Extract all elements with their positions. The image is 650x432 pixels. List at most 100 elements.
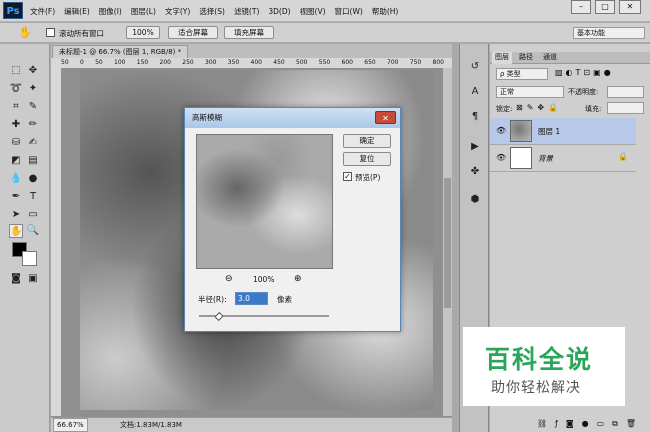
magic-wand-tool-icon[interactable]: ✦: [26, 82, 40, 96]
layer-name[interactable]: 背景: [538, 153, 553, 164]
blur-tool-icon[interactable]: 💧: [9, 172, 23, 186]
opacity-field[interactable]: [607, 86, 644, 98]
lock-label: 锁定:: [496, 105, 513, 113]
paragraph-icon[interactable]: ¶: [466, 109, 484, 125]
move-tool-icon[interactable]: ✥: [26, 64, 40, 78]
shape-tool-icon[interactable]: ▭: [26, 208, 40, 222]
blur-preview[interactable]: [196, 134, 333, 269]
scroll-all-checkbox[interactable]: [46, 28, 55, 37]
history-icon[interactable]: ↺: [466, 59, 484, 75]
preview-zoom-level: 100%: [253, 275, 275, 284]
menu-window[interactable]: 窗口(W): [335, 6, 363, 17]
ruler-label: 500: [296, 59, 308, 66]
fit-screen-button[interactable]: 适合屏幕: [168, 26, 218, 39]
hand-tool-icon: ✋: [18, 26, 32, 39]
stamp-tool-icon[interactable]: ⛁: [9, 136, 23, 150]
tool-presets-icon[interactable]: ✤: [466, 164, 484, 180]
screen-mode-icon[interactable]: ▣: [26, 272, 40, 286]
document-tab[interactable]: 未标题-1 @ 66.7% (图层 1, RGB/8) *: [52, 45, 189, 58]
menu-file[interactable]: 文件(F): [30, 6, 55, 17]
eye-icon[interactable]: 👁: [496, 153, 506, 162]
menu-edit[interactable]: 编辑(E): [64, 6, 90, 17]
preview-label: 预览(P): [355, 173, 381, 182]
workspace-select[interactable]: 基本功能: [573, 27, 645, 39]
ruler-label: 550: [318, 59, 331, 66]
reset-button[interactable]: 复位: [343, 152, 391, 166]
ruler-label: 250: [182, 59, 194, 66]
menu-type[interactable]: 文字(Y): [165, 6, 190, 17]
hand-tool-icon[interactable]: ✋: [9, 224, 23, 238]
doc-size-status: 文档:1.83M/1.83M: [120, 421, 182, 429]
history-brush-tool-icon[interactable]: ✍: [26, 136, 40, 150]
marquee-tool-icon[interactable]: ⬚: [9, 64, 23, 78]
zoom-status[interactable]: 66.67%: [53, 418, 88, 432]
layer-row-background[interactable]: 👁 背景 🔒: [490, 145, 636, 172]
eraser-tool-icon[interactable]: ◩: [9, 154, 23, 168]
layer-thumbnail: [510, 120, 532, 142]
type-tool-icon[interactable]: T: [26, 190, 40, 204]
crop-tool-icon[interactable]: ⌗: [9, 100, 23, 114]
menu-filter[interactable]: 滤镜(T): [234, 6, 259, 17]
preview-checkbox[interactable]: ✓: [343, 172, 352, 181]
healing-tool-icon[interactable]: ✚: [9, 118, 23, 132]
menu-layer[interactable]: 图层(L): [131, 6, 156, 17]
layer-kind-filter[interactable]: ρ 类型: [496, 68, 548, 80]
radius-input[interactable]: [235, 292, 268, 305]
lasso-tool-icon[interactable]: ➰: [9, 82, 23, 96]
dialog-close-button[interactable]: ✕: [375, 111, 396, 124]
tab-layers[interactable]: 图层: [492, 52, 512, 64]
eye-icon[interactable]: 👁: [496, 126, 506, 135]
layer-thumbnail: [510, 147, 532, 169]
ruler-label: 350: [227, 59, 240, 66]
ruler-label: 700: [387, 59, 399, 66]
dodge-tool-icon[interactable]: ●: [26, 172, 40, 186]
eyedropper-tool-icon[interactable]: ✎: [26, 100, 40, 114]
minimize-button[interactable]: –: [571, 0, 591, 14]
menu-view[interactable]: 视图(V): [300, 6, 326, 17]
layer-name[interactable]: 图层 1: [538, 126, 560, 137]
menu-image[interactable]: 图像(I): [99, 6, 122, 17]
vertical-scrollbar[interactable]: [443, 68, 452, 416]
ruler-label: 400: [250, 59, 262, 66]
menu-3d[interactable]: 3D(D): [268, 7, 290, 16]
zoom-100-button[interactable]: 100%: [126, 26, 160, 39]
radius-unit: 像素: [277, 295, 292, 304]
ruler-label: 800: [432, 59, 444, 66]
character-icon[interactable]: A: [466, 84, 484, 100]
zoom-out-icon[interactable]: ⊖: [225, 274, 233, 284]
layer-row-1[interactable]: 👁 图层 1: [490, 118, 636, 145]
pen-tool-icon[interactable]: ✒: [9, 190, 23, 204]
filter-icons[interactable]: ▨◐T⊡▣●: [555, 68, 614, 77]
path-select-tool-icon[interactable]: ➤: [9, 208, 23, 222]
background-color-swatch[interactable]: [22, 251, 37, 266]
lock-icons[interactable]: ⊠✎✥🔒: [516, 103, 562, 112]
fill-label: 填充:: [585, 105, 602, 113]
lock-icon: 🔒: [618, 152, 628, 161]
scroll-all-label: 滚动所有窗口: [59, 29, 104, 38]
fill-field[interactable]: [607, 102, 644, 114]
menu-help[interactable]: 帮助(H): [372, 6, 399, 17]
blend-mode-select[interactable]: 正常: [496, 86, 564, 98]
tab-channels[interactable]: 通道: [540, 52, 560, 64]
ok-button[interactable]: 确定: [343, 134, 391, 148]
maximize-button[interactable]: □: [595, 0, 615, 14]
gaussian-blur-dialog: 高斯模糊 ✕ 确定 复位 ✓ 预览(P) ⊖ 100% ⊕ 半径(R): 像素: [184, 107, 401, 332]
fill-screen-button[interactable]: 填充屏幕: [224, 26, 274, 39]
brush-tool-icon[interactable]: ✏: [26, 118, 40, 132]
3d-icon[interactable]: ⬢: [466, 192, 484, 208]
actions-play-icon[interactable]: ▶: [466, 139, 484, 155]
gradient-tool-icon[interactable]: ▤: [26, 154, 40, 168]
status-bar: 66.67% 文档:1.83M/1.83M: [51, 417, 452, 432]
panel-bottom-icons[interactable]: ⛓ƒ◙●▭⧉🗑: [492, 419, 644, 429]
radius-slider-handle[interactable]: [214, 311, 224, 322]
ruler-label: 0: [79, 59, 84, 66]
tab-paths[interactable]: 路径: [516, 52, 536, 64]
ruler-label: 300: [205, 59, 217, 66]
close-window-button[interactable]: ✕: [619, 0, 641, 14]
watermark-title: 百科全说: [485, 345, 594, 374]
zoom-tool-icon[interactable]: 🔍: [26, 224, 40, 238]
tools-panel: ⬚ ✥ ➰ ✦ ⌗ ✎ ✚ ✏ ⛁ ✍ ◩ ▤ 💧 ● ✒ T ➤ ▭ ✋ 🔍 …: [0, 44, 50, 432]
menu-select[interactable]: 选择(S): [199, 6, 225, 17]
zoom-in-icon[interactable]: ⊕: [294, 274, 302, 284]
quick-mask-icon[interactable]: ◙: [9, 272, 23, 286]
